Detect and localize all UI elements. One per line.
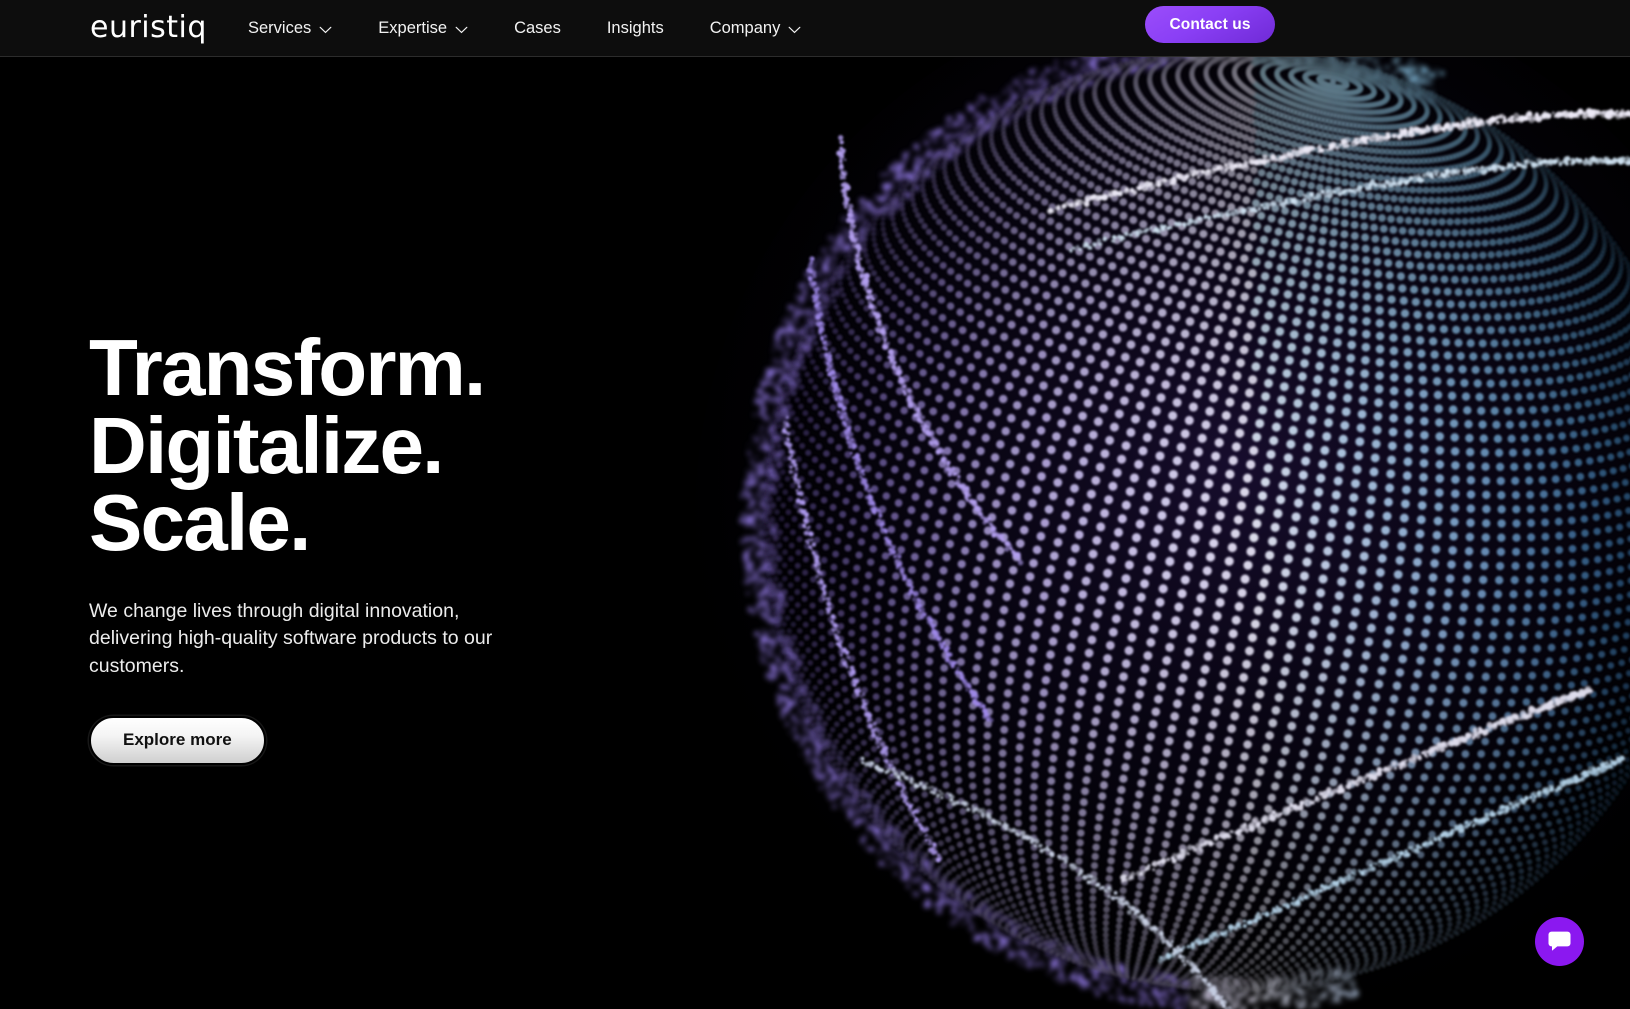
page-root: euristiq Services Expertise Cases Insigh…: [0, 0, 1630, 1009]
nav-item-services[interactable]: Services: [248, 0, 359, 57]
page-title: Transform. Digitalize. Scale.: [89, 323, 689, 568]
nav-item-label: Cases: [514, 19, 561, 37]
hero-section: Transform. Digitalize. Scale. We change …: [0, 57, 1630, 1009]
nav-item-cases[interactable]: Cases: [514, 0, 588, 57]
hero-copy-block: Transform. Digitalize. Scale. We change …: [89, 323, 689, 765]
chevron-down-icon: [788, 26, 801, 34]
chevron-down-icon: [319, 26, 332, 34]
hero-subheading: We change lives through digital innovati…: [89, 599, 493, 678]
headline-line-2: Digitalize.: [89, 400, 444, 490]
nav-item-insights[interactable]: Insights: [607, 0, 691, 57]
nav-item-label: Services: [248, 19, 312, 37]
nav-item-label: Company: [709, 19, 781, 37]
nav-item-label: Expertise: [378, 19, 448, 37]
headline-line-1: Transform.: [89, 323, 486, 412]
particle-sphere-graphic: [690, 57, 1630, 1009]
nav-item-label: Insights: [606, 19, 664, 37]
contact-us-button[interactable]: Contact us: [1145, 6, 1275, 43]
logo-euristiq[interactable]: euristiq: [90, 13, 207, 43]
headline-line-3: Scale.: [89, 478, 311, 568]
nav-item-company[interactable]: Company: [710, 0, 829, 57]
nav-item-expertise[interactable]: Expertise: [378, 0, 495, 57]
chat-bubble-icon: [1547, 930, 1572, 953]
site-header: euristiq Services Expertise Cases Insigh…: [0, 0, 1630, 57]
explore-more-button[interactable]: Explore more: [89, 715, 266, 765]
main-navigation: Services Expertise Cases Insights Compan…: [248, 0, 828, 57]
chat-widget-button[interactable]: [1535, 917, 1584, 966]
chevron-down-icon: [455, 26, 468, 34]
